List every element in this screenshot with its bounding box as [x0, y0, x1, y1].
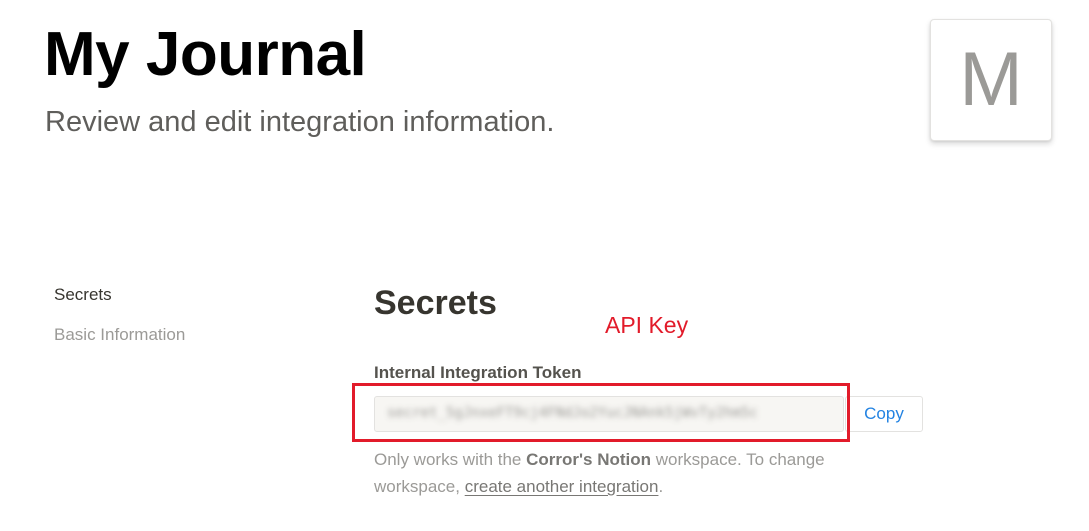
page-title: My Journal	[44, 20, 367, 89]
settings-sidebar: Secrets Basic Information	[54, 284, 294, 364]
create-integration-link[interactable]: create another integration	[465, 477, 659, 496]
help-prefix: Only works with the	[374, 450, 527, 469]
token-field[interactable]: secret_5gJnxeFT9cj4FNdJo2YucJNAnk5jWvTy2…	[374, 396, 844, 432]
workspace-name: Corror's Notion	[526, 450, 652, 469]
avatar-letter: M	[959, 37, 1023, 122]
sidebar-item-basic-information[interactable]: Basic Information	[54, 324, 294, 346]
section-title-secrets: Secrets	[374, 284, 497, 322]
sidebar-item-secrets[interactable]: Secrets	[54, 284, 294, 306]
help-suffix: .	[658, 477, 664, 496]
integration-avatar[interactable]: M	[930, 19, 1052, 141]
workspace-help-text: Only works with the Corror's Notion work…	[374, 446, 894, 500]
page-subtitle: Review and edit integration information.	[45, 106, 555, 138]
copy-button[interactable]: Copy	[845, 396, 923, 432]
token-field-label: Internal Integration Token	[374, 363, 582, 382]
token-value: secret_5gJnxeFT9cj4FNdJo2YucJNAnk5jWvTy2…	[387, 405, 758, 421]
api-key-annotation-label: API Key	[605, 312, 689, 338]
